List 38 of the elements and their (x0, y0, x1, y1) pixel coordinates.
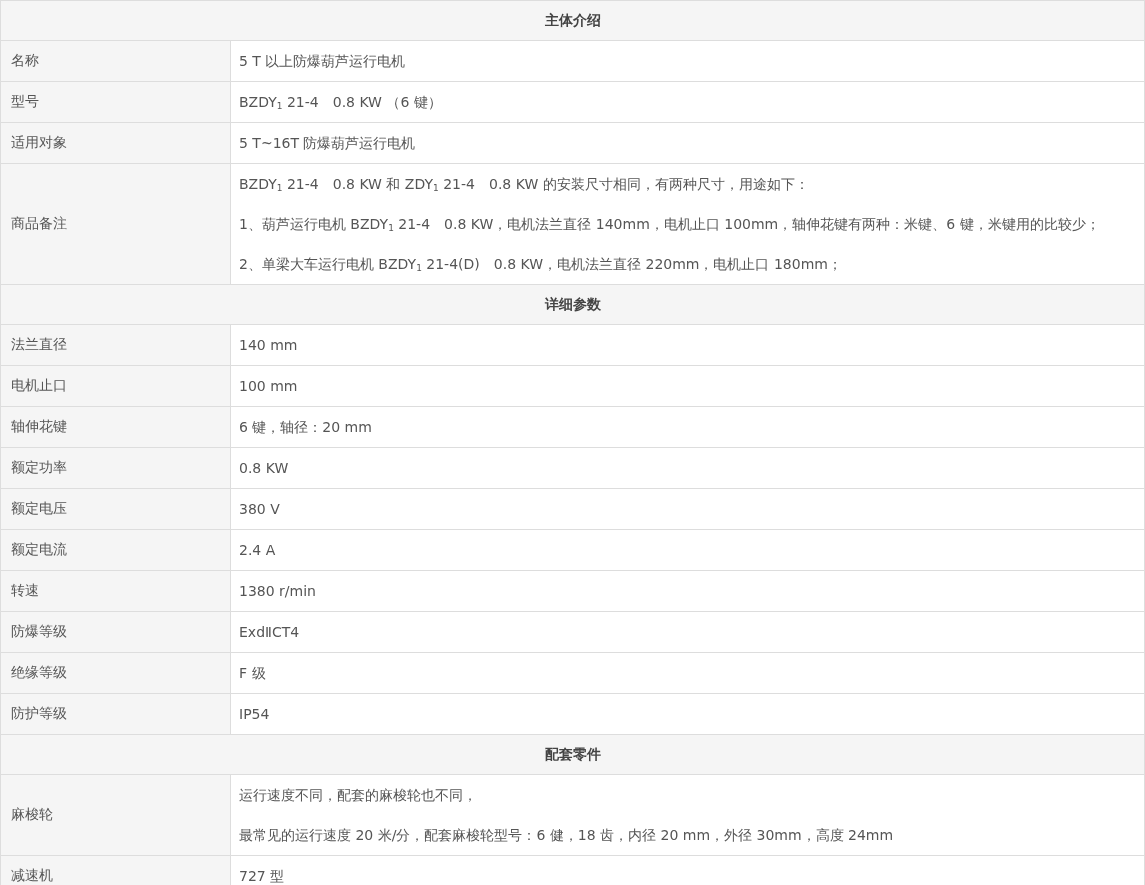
cell-text: F 级 (239, 664, 267, 683)
row-label: 型号 (0, 82, 230, 123)
cell-text: 6 键，轴径：20 mm (239, 418, 373, 437)
row-label: 减速机 (0, 856, 230, 885)
cell-text: 最常见的运行速度 20 米/分，配套麻梭轮型号：6 健，18 齿，内径 20 mm，外径 30mm，高度 24mm (239, 826, 895, 845)
section-header: 配套零件 (0, 735, 1145, 775)
row-label: 转速 (0, 571, 230, 612)
cell-text: 727 型 (239, 867, 286, 885)
cell-text: 5 T 以上防爆葫芦运行电机 (239, 52, 407, 71)
row-label: 防护等级 (0, 694, 230, 735)
cell-text: BZDY$_{1}$ 21-4 0.8 KW 和 ZDY$_{1}$ 21-4 0.8 KW 的安装尺寸相同，有两种尺寸，用途如下： (239, 175, 810, 195)
cell-text: 100 mm (239, 377, 299, 396)
row-label: 防爆等级 (0, 612, 230, 653)
cell-text: 380 V (239, 500, 281, 519)
row-label: 电机止口 (0, 366, 230, 407)
row-label: 麻梭轮 (0, 775, 230, 856)
cell-text: 0.8 KW (239, 459, 290, 478)
cell-text: 1380 r/min (239, 582, 317, 601)
cell-text: IP54 (239, 705, 271, 724)
cell-text: 5 T~16T 防爆葫芦运行电机 (239, 134, 417, 153)
row-label: 额定功率 (0, 448, 230, 489)
section-header: 详细参数 (0, 285, 1145, 325)
section-header: 主体介绍 (0, 1, 1145, 41)
row-label: 名称 (0, 41, 230, 82)
cell-text: 140 mm (239, 336, 299, 355)
row-label: 额定电流 (0, 530, 230, 571)
row-label: 法兰直径 (0, 325, 230, 366)
cell-text: 2、单梁大车运行电机 BZDY$_{1}$ 21-4(D) 0.8 KW，电机法兰直径 220mm，电机止口 180mm； (239, 255, 843, 275)
cell-text: BZDY$_{1}$ 21-4 0.8 KW （6 键） (239, 93, 443, 113)
cell-text: 1、葫芦运行电机 BZDY$_{1}$ 21-4 0.8 KW，电机法兰直径 140mm，电机止口 100mm，轴伸花键有两种：米键、6 键，米键用的比较少； (239, 215, 1101, 235)
row-label: 额定电压 (0, 489, 230, 530)
row-label: 绝缘等级 (0, 653, 230, 694)
row-label: 适用对象 (0, 123, 230, 164)
cell-text: 运行速度不同，配套的麻梭轮也不同， (239, 786, 478, 805)
row-label: 商品备注 (0, 164, 230, 285)
row-label: 轴伸花键 (0, 407, 230, 448)
cell-text: ExdⅡCT4 (239, 623, 301, 642)
cell-text: 2.4 A (239, 541, 277, 560)
